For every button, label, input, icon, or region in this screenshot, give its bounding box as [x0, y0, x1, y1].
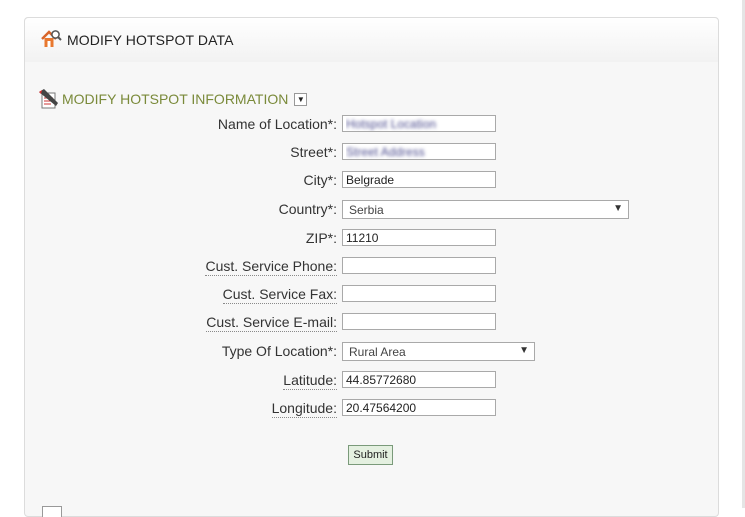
longitude-input[interactable]	[342, 399, 496, 416]
longitude-label: Longitude:	[271, 400, 337, 418]
name-label: Name of Location*:	[217, 116, 337, 132]
street-label: Street*:	[290, 144, 337, 160]
row-name: Name of Location*:	[25, 115, 720, 135]
chevron-down-icon: ▼	[519, 345, 529, 356]
panel-title: MODIFY HOTSPOT DATA	[67, 32, 234, 48]
zip-label: ZIP*:	[305, 230, 337, 246]
country-selected-value: Serbia	[349, 203, 384, 217]
email-label: Cust. Service E-mail:	[206, 314, 337, 332]
row-country: Country*: Serbia ▼	[25, 200, 720, 220]
email-input[interactable]	[342, 313, 496, 330]
latitude-label: Latitude:	[283, 372, 337, 390]
location-type-select[interactable]: Rural Area ▼	[342, 342, 535, 361]
panel-header: MODIFY HOTSPOT DATA	[25, 18, 718, 62]
latitude-input[interactable]	[342, 371, 496, 388]
home-search-icon	[41, 30, 62, 47]
row-city: City*:	[25, 171, 720, 191]
type-selected-value: Rural Area	[349, 345, 406, 359]
row-street: Street*:	[25, 143, 720, 163]
phone-input[interactable]	[342, 257, 496, 274]
street-input[interactable]	[342, 143, 496, 160]
row-type: Type Of Location*: Rural Area ▼	[25, 342, 720, 362]
edit-document-icon	[39, 89, 58, 109]
row-fax: Cust. Service Fax:	[25, 285, 720, 305]
hotspot-panel: MODIFY HOTSPOT DATA MODIFY HOTSPOT INFOR…	[24, 17, 719, 517]
city-input[interactable]	[342, 171, 496, 188]
row-email: Cust. Service E-mail:	[25, 313, 720, 333]
location-name-input[interactable]	[342, 115, 496, 132]
country-select[interactable]: Serbia ▼	[342, 200, 629, 219]
row-zip: ZIP*:	[25, 229, 720, 249]
chevron-down-icon: ▼	[613, 203, 623, 214]
row-phone: Cust. Service Phone:	[25, 257, 720, 277]
row-longitude: Longitude:	[25, 399, 720, 419]
section-title-text: MODIFY HOTSPOT INFORMATION	[62, 91, 289, 107]
collapse-toggle-icon[interactable]: ▼	[294, 92, 308, 106]
country-label: Country*:	[278, 201, 337, 217]
section-title[interactable]: MODIFY HOTSPOT INFORMATION ▼	[62, 91, 308, 107]
fax-label: Cust. Service Fax:	[222, 286, 337, 304]
city-label: City*:	[303, 172, 337, 188]
row-latitude: Latitude:	[25, 371, 720, 391]
fax-input[interactable]	[342, 285, 496, 302]
submit-button[interactable]: Submit	[348, 445, 393, 465]
type-label: Type Of Location*:	[221, 343, 337, 359]
phone-label: Cust. Service Phone:	[205, 258, 337, 276]
zip-input[interactable]	[342, 229, 496, 246]
